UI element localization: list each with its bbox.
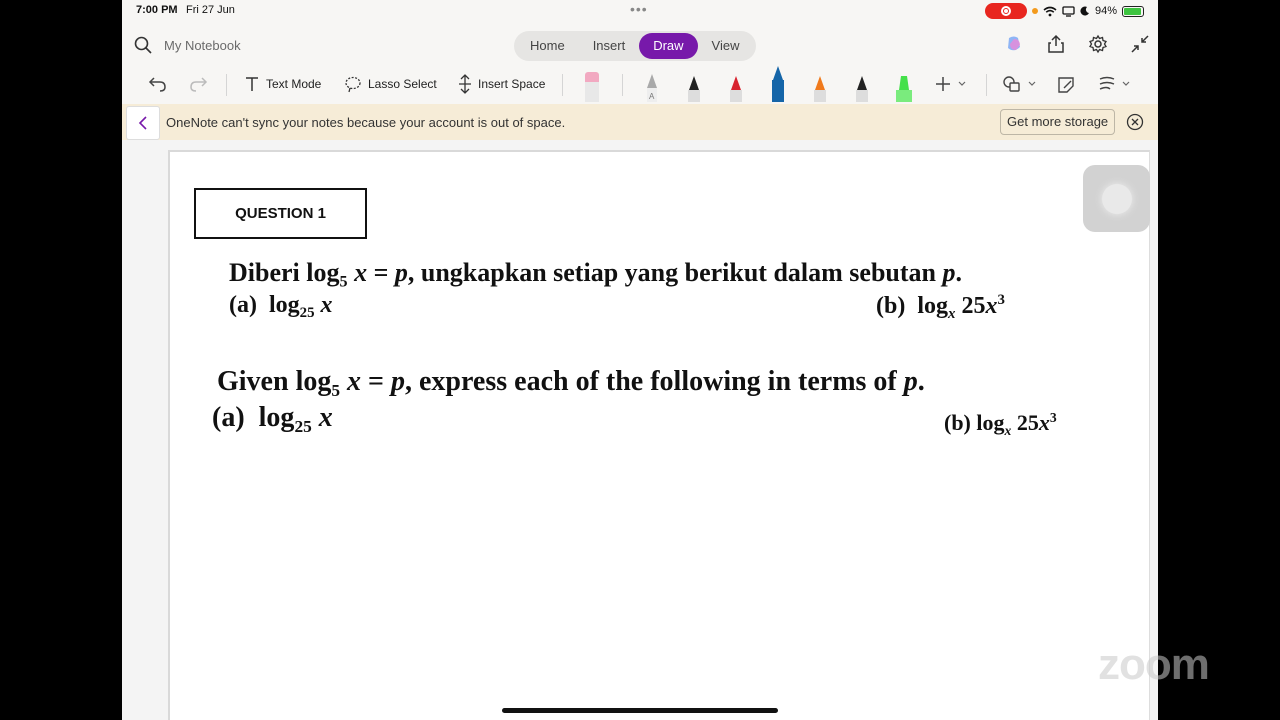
- status-right: 94%: [984, 2, 1144, 20]
- english-rest: , express each of the following in terms…: [405, 366, 897, 397]
- chevron-left-icon: [138, 116, 147, 130]
- get-more-storage-button[interactable]: Get more storage: [1000, 109, 1116, 135]
- text-mode-label: Text Mode: [266, 77, 322, 91]
- malay-question-line: Diberi log5 x = p, ungkapkan setiap yang…: [229, 258, 962, 291]
- insert-space-label: Insert Space: [478, 77, 546, 91]
- chevron-down-icon: [958, 81, 966, 86]
- text-mode-button[interactable]: Text Mode: [244, 72, 321, 96]
- plus-icon: [936, 77, 950, 91]
- malay-part-a: (a) log25 x: [229, 292, 333, 322]
- malay-rest: , ungkapkan setiap yang berikut dalam se…: [407, 258, 936, 287]
- ink-to-shape-icon[interactable]: [1056, 75, 1076, 95]
- toolbar-separator: [562, 74, 563, 96]
- close-icon[interactable]: [1126, 113, 1144, 131]
- malay-intro: Diberi: [229, 258, 300, 287]
- assistive-touch-button[interactable]: [1083, 165, 1150, 232]
- eraser-icon[interactable]: [582, 68, 602, 102]
- undo-icon[interactable]: [148, 74, 168, 94]
- highlighter-green-icon[interactable]: [894, 68, 914, 102]
- back-button[interactable]: [126, 106, 160, 140]
- toolbar-separator: [986, 74, 987, 96]
- lasso-select-label: Lasso Select: [368, 77, 437, 91]
- tab-view[interactable]: View: [698, 33, 754, 59]
- notebook-name[interactable]: My Notebook: [164, 38, 241, 53]
- tab-insert[interactable]: Insert: [579, 33, 640, 59]
- english-part-a: (a) log25 x: [212, 402, 333, 437]
- status-time: 7:00 PM: [136, 4, 178, 16]
- ink-lines-icon: [1099, 76, 1115, 90]
- status-date: Fri 27 Jun: [186, 4, 235, 16]
- mic-in-use-icon: [1031, 8, 1038, 14]
- pencil-icon[interactable]: A: [642, 68, 662, 102]
- draw-toolbar: Text Mode Lasso Select Insert Space A: [122, 66, 1158, 102]
- top-actions: [1004, 34, 1150, 54]
- screen-mirror-icon: [1062, 5, 1075, 17]
- ribbon-tabs: Home Insert Draw View: [514, 31, 756, 61]
- sync-warning-text: OneNote can't sync your notes because yo…: [166, 115, 566, 130]
- multitasking-dots-icon[interactable]: •••: [630, 1, 648, 17]
- insert-space-icon: [459, 74, 471, 94]
- pen-black-icon[interactable]: [684, 68, 704, 102]
- malay-part-b: (b) logx 25x3: [876, 292, 1005, 323]
- question-label: QUESTION 1: [235, 205, 326, 222]
- tab-draw[interactable]: Draw: [639, 33, 698, 59]
- search-icon[interactable]: [134, 36, 152, 54]
- english-question-line: Given log5 x = p, express each of the fo…: [217, 366, 925, 401]
- home-indicator[interactable]: [502, 708, 778, 713]
- pen-orange-icon[interactable]: [810, 68, 830, 102]
- toolbar-separator: [226, 74, 227, 96]
- shapes-button[interactable]: [1002, 72, 1036, 96]
- wifi-icon: [1043, 6, 1057, 16]
- copilot-icon[interactable]: [1004, 34, 1024, 54]
- moon-icon: [1080, 6, 1089, 16]
- lasso-select-button[interactable]: Lasso Select: [344, 72, 437, 96]
- sync-warning-banner: OneNote can't sync your notes because yo…: [122, 104, 1158, 140]
- pen-blue-icon[interactable]: [768, 62, 788, 102]
- pen-black-2-icon[interactable]: [852, 68, 872, 102]
- question-label-box: QUESTION 1: [194, 188, 367, 239]
- tab-home[interactable]: Home: [516, 33, 579, 59]
- lasso-icon: [345, 76, 361, 93]
- zoom-watermark: zoom: [1098, 640, 1210, 689]
- text-cursor-icon: [246, 77, 258, 91]
- add-pen-button[interactable]: [934, 72, 966, 96]
- screen-record-icon[interactable]: [984, 3, 1027, 19]
- pen-red-icon[interactable]: [726, 68, 746, 102]
- chevron-down-icon: [1028, 81, 1036, 86]
- ipad-screen: 7:00 PM Fri 27 Jun ••• 94% My Notebook H…: [122, 0, 1158, 720]
- ink-options-button[interactable]: [1098, 72, 1130, 96]
- share-icon[interactable]: [1046, 34, 1066, 54]
- toolbar-separator: [622, 74, 623, 96]
- battery-icon: [1122, 5, 1144, 17]
- top-bar: My Notebook Home Insert Draw View: [122, 24, 1158, 66]
- settings-gear-icon[interactable]: [1088, 34, 1108, 54]
- insert-space-button[interactable]: Insert Space: [458, 72, 545, 96]
- redo-icon[interactable]: [188, 74, 208, 94]
- status-bar: 7:00 PM Fri 27 Jun ••• 94%: [122, 0, 1158, 22]
- collapse-arrows-icon[interactable]: [1130, 34, 1150, 54]
- svg-text:A: A: [649, 92, 655, 101]
- english-intro: Given: [217, 366, 289, 397]
- battery-percent: 94%: [1094, 5, 1117, 17]
- chevron-down-icon: [1122, 81, 1130, 86]
- english-part-b: (b) logx 25x3: [944, 410, 1057, 438]
- shapes-icon: [1003, 76, 1020, 92]
